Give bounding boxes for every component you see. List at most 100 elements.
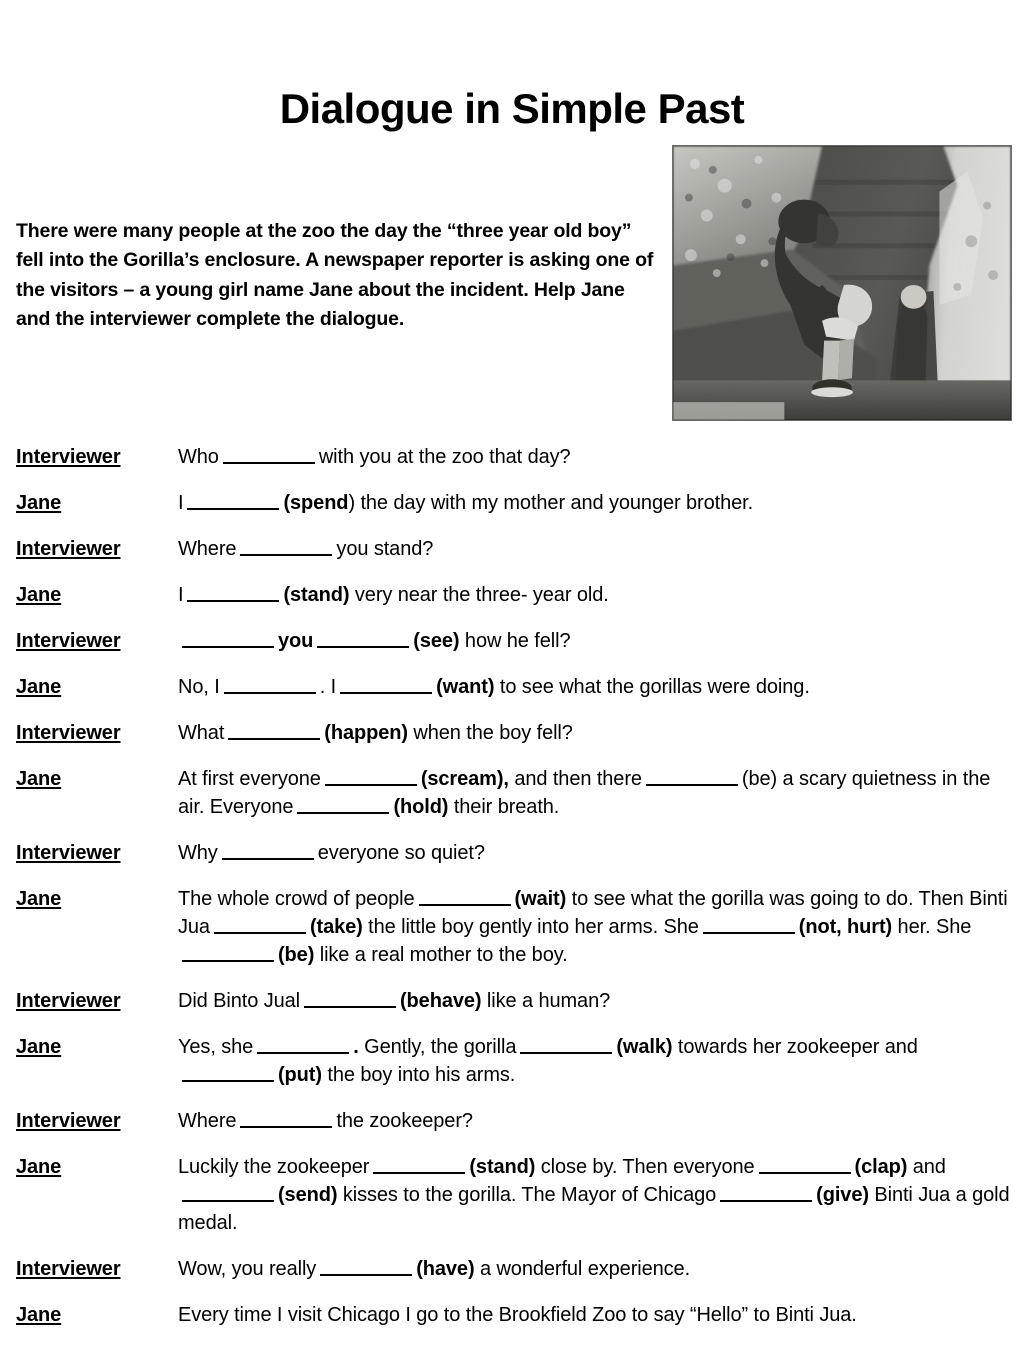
answer-blank[interactable] <box>213 915 306 934</box>
verb-cue: (give) <box>816 1184 869 1206</box>
speaker-name: Jane <box>16 888 62 910</box>
speaker-label: Jane <box>16 489 178 535</box>
verb-cue: (see) <box>413 630 460 652</box>
dialogue-row: Jane At first everyone (scream), and then … <box>16 765 1010 839</box>
dialogue-row: Jane The whole crowd of people (wait) to s… <box>16 885 1010 987</box>
verb-cue: (stand) <box>469 1156 536 1178</box>
speaker-name: Interviewer <box>16 1258 121 1280</box>
verb-cue: (be) <box>278 944 315 966</box>
speaker-label: Jane <box>16 581 178 627</box>
verb-cue: (put) <box>278 1064 322 1086</box>
answer-blank[interactable] <box>758 1155 851 1174</box>
speaker-name: Jane <box>16 1036 62 1058</box>
answer-blank[interactable] <box>228 721 321 740</box>
answer-blank[interactable] <box>304 989 396 1008</box>
answer-blank[interactable] <box>257 1035 350 1054</box>
answer-blank[interactable] <box>720 1183 813 1202</box>
answer-blank[interactable] <box>240 1109 333 1128</box>
dialogue-row: Jane I (stand) very near the three- year o… <box>16 581 1010 627</box>
dialogue-row: Interviewer Did Binto Jual (behave) like a… <box>16 987 1010 1033</box>
dialogue-table: Interviewer Who with you at the zoo that d… <box>16 443 1010 1347</box>
answer-blank[interactable] <box>418 887 511 906</box>
line-text: you stand? <box>336 538 434 560</box>
dialogue-line: The whole crowd of people (wait) to see w… <box>178 885 1010 987</box>
dialogue-row: Jane Yes, she. Gently, the gorilla (walk) … <box>16 1033 1010 1107</box>
verb-cue: (walk) <box>616 1036 673 1058</box>
answer-blank[interactable] <box>520 1035 613 1054</box>
speaker-label: Interviewer <box>16 443 178 489</box>
speaker-name: Interviewer <box>16 842 121 864</box>
answer-blank[interactable] <box>182 629 274 648</box>
speaker-name: Jane <box>16 676 62 698</box>
speaker-name: Jane <box>16 584 62 606</box>
answer-blank[interactable] <box>373 1155 466 1174</box>
speaker-name: Interviewer <box>16 990 121 1012</box>
speaker-label: Jane <box>16 673 178 719</box>
answer-blank[interactable] <box>182 1183 274 1202</box>
speaker-name: Interviewer <box>16 538 121 560</box>
line-text: very near the three- year old. <box>349 584 609 606</box>
line-text: Yes, she <box>178 1036 254 1058</box>
speaker-label: Interviewer <box>16 1107 178 1153</box>
dialogue-row: Interviewer Who with you at the zoo that d… <box>16 443 1010 489</box>
answer-blank[interactable] <box>324 767 417 786</box>
page-title: Dialogue in Simple Past <box>279 85 745 133</box>
speaker-label: Jane <box>16 1033 178 1107</box>
line-text: I <box>178 584 184 606</box>
verb-cue: (scream), <box>420 768 509 790</box>
speaker-name: Jane <box>16 768 62 790</box>
line-text: like a real mother to the boy. <box>314 944 568 966</box>
speaker-label: Interviewer <box>16 719 178 765</box>
answer-blank[interactable] <box>223 675 316 694</box>
answer-blank[interactable] <box>702 915 795 934</box>
answer-blank[interactable] <box>182 943 274 962</box>
speaker-label: Jane <box>16 1153 178 1255</box>
answer-blank[interactable] <box>221 841 314 860</box>
line-text: how he fell? <box>459 630 571 652</box>
dialogue-row: Interviewer Where you stand? <box>16 535 1010 581</box>
dialogue-row: Jane I (spend) the day with my mother and … <box>16 489 1010 535</box>
gorilla-photo-graphic <box>673 146 1011 420</box>
answer-blank[interactable] <box>240 537 333 556</box>
verb-cue: (want) <box>436 676 495 698</box>
answer-blank[interactable] <box>182 1063 274 1082</box>
intro-paragraph: There were many people at the zoo the da… <box>16 219 654 331</box>
line-text: to see what the gorillas were doing. <box>494 676 810 698</box>
answer-blank[interactable] <box>340 675 433 694</box>
answer-blank[interactable] <box>317 629 410 648</box>
dialogue-line: Where you stand? <box>178 535 1010 581</box>
line-text: with you at the zoo that day? <box>318 446 571 468</box>
dialogue-line: Wow, you really (have) a wonderful experi… <box>178 1255 1010 1301</box>
speaker-label: Interviewer <box>16 627 178 673</box>
line-text: Where <box>178 1110 237 1132</box>
speaker-label: Interviewer <box>16 987 178 1033</box>
line-text: The whole crowd of people <box>178 888 415 910</box>
dialogue-row: Interviewer Wow, you really (have) a wonde… <box>16 1255 1010 1301</box>
speaker-label: Interviewer <box>16 1255 178 1301</box>
answer-blank[interactable] <box>297 795 390 814</box>
answer-blank[interactable] <box>645 767 738 786</box>
dialogue-row: Interviewer Where the zookeeper? <box>16 1107 1010 1153</box>
line-text: Who <box>178 446 219 468</box>
answer-blank[interactable] <box>222 445 315 464</box>
line-text: and then there <box>508 768 642 790</box>
line-text: Luckily the zookeeper <box>178 1156 370 1178</box>
line-text: close by. Then everyone <box>535 1156 755 1178</box>
dialogue-line: Luckily the zookeeper (stand) close by. T… <box>178 1153 1010 1255</box>
line-text: ) the day with my mother and younger bro… <box>348 492 754 514</box>
dialogue-line: Yes, she. Gently, the gorilla (walk) towa… <box>178 1033 1010 1107</box>
dialogue-line: I (spend) the day with my mother and youn… <box>178 489 1010 535</box>
answer-blank[interactable] <box>187 491 280 510</box>
line-text: Where <box>178 538 237 560</box>
verb-cue: (take) <box>309 916 363 938</box>
line-text: Did Binto Jual <box>178 990 300 1012</box>
dialogue-line: At first everyone (scream), and then ther… <box>178 765 1010 839</box>
line-text: the boy into his arms. <box>321 1064 516 1086</box>
line-text: What <box>178 722 225 744</box>
line-text: their breath. <box>448 796 560 818</box>
answer-blank[interactable] <box>320 1257 413 1276</box>
answer-blank[interactable] <box>187 583 280 602</box>
verb-cue: (happen) <box>324 722 408 744</box>
line-text: At first everyone <box>178 768 321 790</box>
verb-cue: (behave) <box>400 990 482 1012</box>
